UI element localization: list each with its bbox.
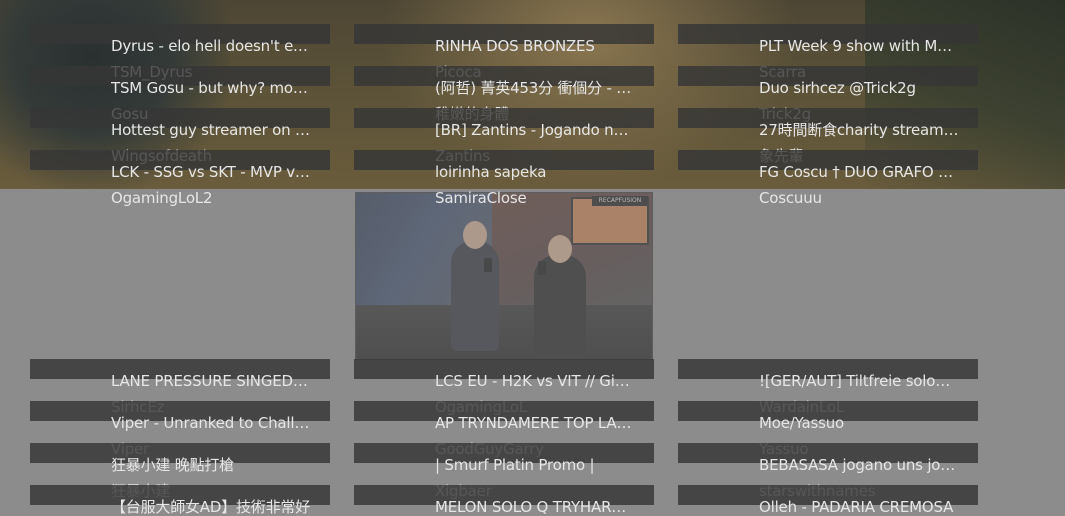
stream-title[interactable]: PLT Week 9 show with MonteCristo	[759, 38, 959, 55]
stream-title[interactable]: | Smurf Platin Promo |	[435, 457, 635, 474]
player-dim-overlay	[356, 193, 652, 359]
stream-title[interactable]: LCK - SSG vs SKT - MVP vs SKT	[111, 164, 311, 181]
stream-title[interactable]: LANE PRESSURE SINGED - Diamond	[111, 373, 311, 390]
stream-title[interactable]: AP TRYNDAMERE TOP LANE - 1v9	[435, 415, 635, 432]
streamer-name[interactable]: SamiraClose	[435, 190, 645, 207]
stream-title[interactable]: 狂暴小建 晚點打槍	[111, 457, 311, 474]
stream-title[interactable]: TSM Gosu - but why? more like	[111, 80, 311, 97]
featured-stream-player[interactable]: RECAPFUSION	[355, 192, 653, 360]
stream-title[interactable]: FG Coscu † DUO GRAFO † LAS	[759, 164, 959, 181]
stream-title[interactable]: Viper - Unranked to Challenger	[111, 415, 311, 432]
stream-title[interactable]: Dyrus - elo hell doesn't exist	[111, 38, 311, 55]
stream-title[interactable]: ![GER/AUT] Tiltfreie soloQ mit	[759, 373, 959, 390]
stream-title[interactable]: (阿哲) 菁英453分 衝個分 - mid	[435, 80, 635, 97]
stream-title[interactable]: RINHA DOS BRONZES	[435, 38, 635, 55]
stream-title[interactable]: LCS EU - H2K vs VIT // Giants vs	[435, 373, 635, 390]
streamer-name[interactable]: Coscuuu	[759, 190, 969, 207]
stream-title[interactable]: loirinha sapeka	[435, 164, 635, 181]
streamer-name[interactable]: OgamingLoL2	[111, 190, 321, 207]
stream-title[interactable]: MELON SOLO Q TRYHARD MODE ON	[435, 499, 635, 516]
stream-title[interactable]: Moe/Yassuo	[759, 415, 959, 432]
stream-title[interactable]: 27時間断食charity stream day	[759, 122, 959, 139]
stream-title[interactable]: [BR] Zantins - Jogando na madrugada	[435, 122, 635, 139]
stream-title[interactable]: 【台服大師女AD】技術非常好	[111, 499, 311, 516]
stream-title[interactable]: BEBASASA jogano uns jogos	[759, 457, 959, 474]
stream-title[interactable]: Olleh - PADARIA CREMOSA	[759, 499, 959, 516]
stream-title[interactable]: Duo sirhcez @Trick2g	[759, 80, 959, 97]
stream-title[interactable]: Hottest guy streamer on twitch	[111, 122, 311, 139]
